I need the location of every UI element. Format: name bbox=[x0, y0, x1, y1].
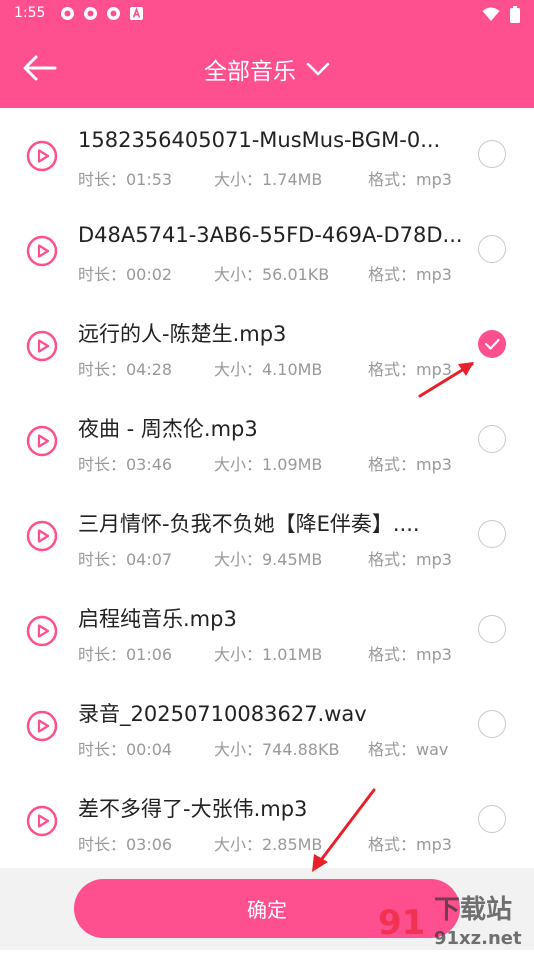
song-row[interactable]: D48A5741-3AB6-55FD-469A-D78D... 时长：00:02 大… bbox=[0, 203, 534, 298]
wifi-icon bbox=[482, 7, 500, 26]
song-duration: 时长：00:04 bbox=[78, 740, 173, 759]
play-icon[interactable] bbox=[26, 710, 58, 742]
select-checkbox[interactable] bbox=[478, 615, 506, 643]
song-title: 夜曲 - 周杰伦.mp3 bbox=[78, 417, 258, 441]
song-format: 格式：mp3 bbox=[368, 360, 452, 379]
song-duration: 时长：01:06 bbox=[78, 645, 173, 664]
app-notification-icon bbox=[60, 6, 75, 21]
select-checkbox[interactable] bbox=[478, 805, 506, 833]
watermark-logo: 91 下载站 91xz.net bbox=[372, 888, 534, 950]
song-format: 格式：mp3 bbox=[368, 265, 452, 284]
song-title: 差不多得了-大张伟.mp3 bbox=[78, 797, 308, 821]
song-list: 1582356405071-MusMus-BGM-0... 时长：01:53 大小：… bbox=[0, 108, 534, 868]
play-icon[interactable] bbox=[26, 140, 58, 172]
select-checkbox[interactable] bbox=[478, 520, 506, 548]
status-bar: 1:55 bbox=[0, 0, 534, 28]
song-size: 大小：1.01MB bbox=[214, 645, 323, 664]
song-row[interactable]: 启程纯音乐.mp3 时长：01:06 大小：1.01MB 格式：mp3 bbox=[0, 583, 534, 678]
top-bar: 全部音乐 bbox=[0, 28, 534, 108]
song-row[interactable]: 1582356405071-MusMus-BGM-0... 时长：01:53 大小：… bbox=[0, 108, 534, 203]
song-title: 录音_20250710083627.wav bbox=[78, 702, 367, 726]
song-title: 1582356405071-MusMus-BGM-0... bbox=[78, 128, 441, 152]
song-size: 大小：56.01KB bbox=[214, 265, 330, 284]
song-format: 格式：mp3 bbox=[368, 455, 452, 474]
play-icon[interactable] bbox=[26, 520, 58, 552]
select-checkbox[interactable] bbox=[478, 235, 506, 263]
page-title: 全部音乐 bbox=[204, 59, 296, 85]
song-duration: 时长：04:07 bbox=[78, 550, 173, 569]
song-size: 大小：1.09MB bbox=[214, 455, 323, 474]
song-title: 三月情怀-负我不负她【降E伴奏】.... bbox=[78, 512, 420, 536]
select-checkbox[interactable] bbox=[478, 710, 506, 738]
play-icon[interactable] bbox=[26, 425, 58, 457]
song-duration: 时长：04:28 bbox=[78, 360, 173, 379]
battery-icon bbox=[510, 6, 520, 27]
song-duration: 时长：03:46 bbox=[78, 455, 173, 474]
song-duration: 时长：03:06 bbox=[78, 835, 173, 854]
play-icon[interactable] bbox=[26, 235, 58, 267]
song-format: 格式：mp3 bbox=[368, 835, 452, 854]
select-checkbox[interactable] bbox=[478, 425, 506, 453]
status-time: 1:55 bbox=[14, 5, 46, 21]
song-size: 大小：9.45MB bbox=[214, 550, 323, 569]
song-format: 格式：mp3 bbox=[368, 645, 452, 664]
selected-checkbox[interactable] bbox=[478, 330, 506, 358]
song-row[interactable]: 夜曲 - 周杰伦.mp3 时长：03:46 大小：1.09MB 格式：mp3 bbox=[0, 393, 534, 488]
song-row[interactable]: 远行的人-陈楚生.mp3 时长：04:28 大小：4.10MB 格式：mp3 bbox=[0, 298, 534, 393]
song-size: 大小：1.74MB bbox=[214, 170, 323, 189]
song-format: 格式：mp3 bbox=[368, 550, 452, 569]
svg-text:91xz.net: 91xz.net bbox=[434, 928, 522, 949]
song-row[interactable]: 录音_20250710083627.wav 时长：00:04 大小：744.88KB… bbox=[0, 678, 534, 773]
svg-text:91: 91 bbox=[378, 903, 425, 943]
play-icon[interactable] bbox=[26, 330, 58, 362]
song-size: 大小：2.85MB bbox=[214, 835, 323, 854]
song-title: D48A5741-3AB6-55FD-469A-D78D... bbox=[78, 223, 463, 247]
play-icon[interactable] bbox=[26, 615, 58, 647]
song-title: 启程纯音乐.mp3 bbox=[78, 607, 237, 631]
song-duration: 时长：01:53 bbox=[78, 170, 173, 189]
song-size: 大小：744.88KB bbox=[214, 740, 340, 759]
song-format: 格式：mp3 bbox=[368, 170, 452, 189]
category-dropdown[interactable]: 全部音乐 bbox=[0, 52, 534, 86]
app-notification-icon bbox=[106, 6, 121, 21]
song-row[interactable]: 三月情怀-负我不负她【降E伴奏】.... 时长：04:07 大小：9.45MB 格式：… bbox=[0, 488, 534, 583]
song-size: 大小：4.10MB bbox=[214, 360, 323, 379]
song-title: 远行的人-陈楚生.mp3 bbox=[78, 322, 287, 346]
play-icon[interactable] bbox=[26, 805, 58, 837]
checkmark-icon bbox=[484, 338, 500, 350]
svg-text:下载站: 下载站 bbox=[434, 895, 512, 925]
app-notification-icon bbox=[83, 6, 98, 21]
song-row[interactable]: 差不多得了-大张伟.mp3 时长：03:06 大小：2.85MB 格式：mp3 bbox=[0, 773, 534, 868]
select-checkbox[interactable] bbox=[478, 140, 506, 168]
notification-icons bbox=[60, 6, 144, 21]
song-duration: 时长：00:02 bbox=[78, 265, 173, 284]
font-notification-icon bbox=[129, 6, 144, 21]
chevron-down-icon bbox=[306, 62, 330, 76]
song-format: 格式：wav bbox=[368, 740, 449, 759]
